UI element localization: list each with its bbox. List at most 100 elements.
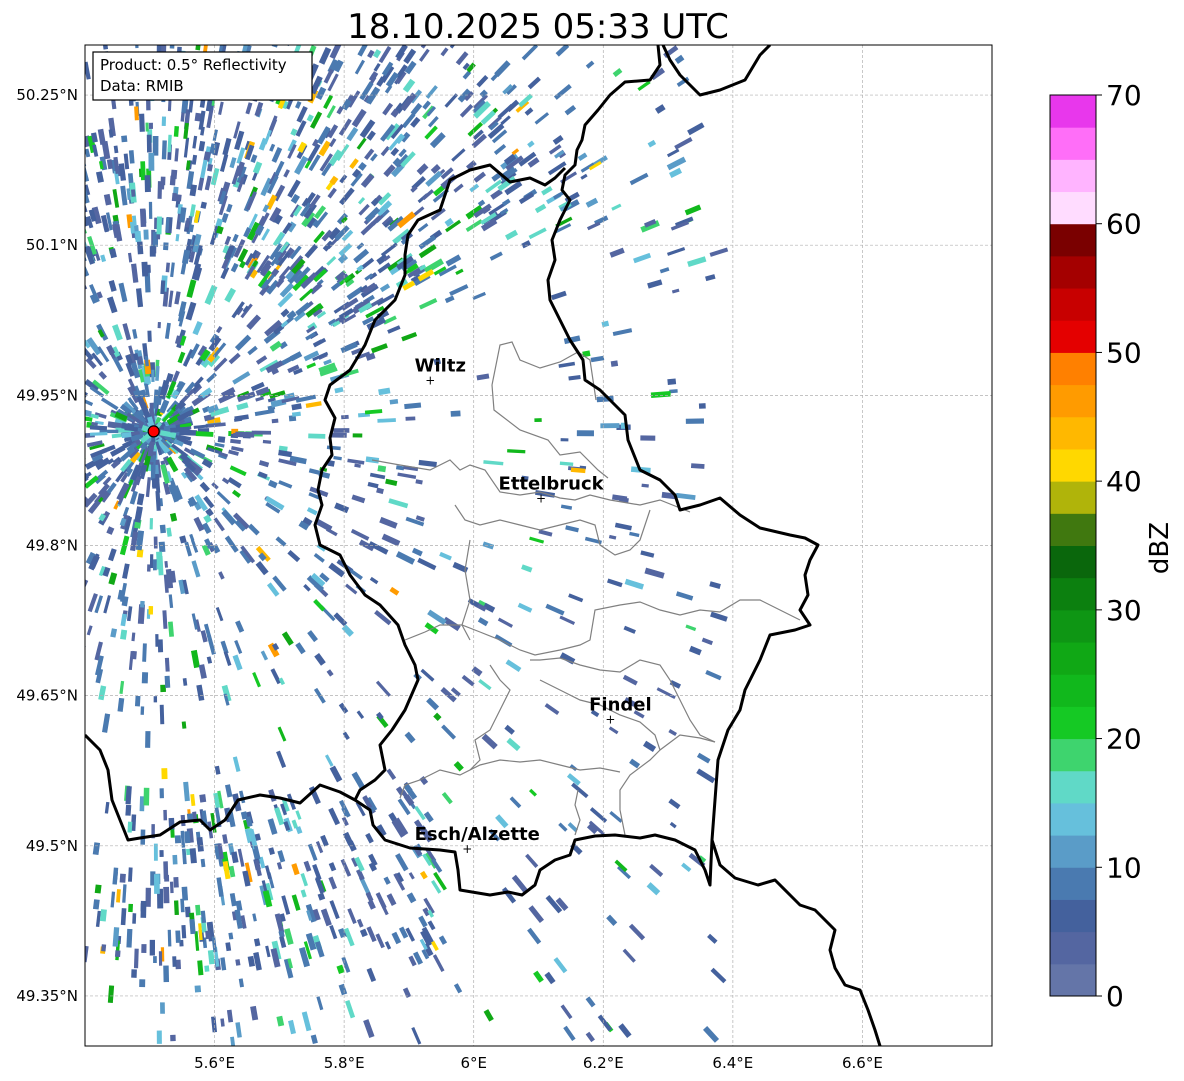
- radar-echo-cell: [295, 0, 301, 4]
- radar-echo-cell: [90, 0, 98, 7]
- radar-echo-cell: [164, 675, 171, 688]
- radar-echo-cell: [237, 17, 243, 26]
- radar-echo-cell: [56, 522, 68, 535]
- radar-echo-cell: [174, 835, 182, 844]
- radar-echo-cell: [156, 551, 163, 570]
- radar-echo-cell: [205, 930, 211, 940]
- radar-echo-cell: [45, 166, 54, 180]
- radar-echo-cell: [12, 188, 18, 195]
- colorbar-segment: [1050, 545, 1096, 579]
- radar-echo-cell: [134, 106, 139, 121]
- radar-echo-cell: [97, 0, 103, 11]
- colorbar-tick-label: 40: [1106, 465, 1142, 498]
- colorbar-segment: [1050, 931, 1096, 965]
- radar-echo-cell: [124, 15, 129, 32]
- radar-echo-cell: [153, 843, 158, 861]
- radar-echo-cell: [56, 18, 65, 33]
- radar-echo-cell: [145, 122, 149, 132]
- radar-echo-cell: [30, 269, 40, 281]
- radar-echo-cell: [7, 46, 19, 66]
- radar-echo-cell: [43, 167, 51, 175]
- radar-echo-cell: [159, 704, 165, 725]
- radar-echo-cell: [11, 112, 23, 130]
- radar-echo-cell: [54, 214, 65, 230]
- radar-echo-cell: [94, 884, 102, 894]
- radar-echo-cell: [172, 854, 178, 865]
- radar-echo-cell: [76, 37, 81, 45]
- colorbar-tick-label: 20: [1106, 723, 1142, 756]
- radar-echo-cell: [127, 821, 133, 833]
- colorbar-segment: [1050, 159, 1096, 193]
- radar-echo-cell: [195, 28, 201, 43]
- radar-echo-cell: [46, 113, 58, 133]
- radar-echo-cell: [163, 809, 168, 821]
- radar-echo-cell: [10, 264, 26, 281]
- radar-echo-cell: [60, 365, 78, 379]
- colorbar-segment: [1050, 127, 1096, 160]
- radar-echo-cell: [62, 501, 76, 514]
- radar-echo-cell: [0, 406, 3, 412]
- lon-tick-label: 5.6°E: [194, 1054, 235, 1072]
- radar-echo-cell: [172, 0, 177, 5]
- radar-echo-cell: [4, 192, 14, 203]
- radar-echo-cell: [195, 45, 201, 51]
- radar-echo-cell: [23, 507, 36, 517]
- radar-echo-cell: [15, 350, 32, 362]
- radar-echo-cell: [88, 13, 97, 33]
- radar-echo-cell: [59, 267, 68, 278]
- radar-echo-cell: [44, 161, 51, 170]
- radar-echo-cell: [170, 29, 174, 37]
- city-label: Findel: [589, 695, 652, 716]
- radar-echo-cell: [48, 482, 55, 488]
- radar-echo-cell: [33, 257, 46, 273]
- radar-echo-cell: [45, 112, 56, 131]
- radar-echo-cell: [41, 56, 50, 75]
- lat-tick-label: 50.25°N: [16, 86, 78, 104]
- radar-echo-cell: [139, 208, 147, 227]
- city-label: Wiltz: [415, 355, 466, 376]
- radar-echo-cell: [0, 75, 4, 85]
- lon-tick-label: 6°E: [460, 1054, 487, 1072]
- radar-echo-cell: [7, 56, 14, 65]
- radar-echo-cell: [13, 65, 22, 83]
- lat-tick-label: 49.5°N: [26, 837, 78, 855]
- radar-echo-cell: [131, 189, 136, 197]
- radar-echo-cell: [50, 411, 64, 419]
- radar-echo-cell: [164, 657, 170, 672]
- radar-echo-cell: [41, 201, 51, 215]
- radar-echo-cell: [0, 44, 2, 62]
- radar-echo-cell: [62, 210, 68, 218]
- radar-echo-cell: [35, 665, 42, 674]
- radar-echo-cell: [181, 925, 187, 939]
- lat-tick-label: 49.95°N: [16, 386, 78, 404]
- radar-echo-cell: [157, 321, 161, 329]
- radar-echo-cell: [333, 428, 350, 433]
- radar-echo-cell: [121, 135, 128, 143]
- colorbar-tick-label: 60: [1106, 208, 1142, 241]
- radar-echo-cell: [24, 67, 36, 87]
- radar-echo-cell: [73, 184, 83, 198]
- radar-echo-cell: [44, 469, 58, 478]
- radar-echo-cell: [46, 437, 66, 442]
- info-box: Product: 0.5° Reflectivity Data: RMIB: [92, 51, 313, 101]
- radar-echo-cell: [52, 339, 64, 350]
- radar-echo-cell: [33, 152, 43, 166]
- radar-echo-cell: [169, 175, 176, 186]
- radar-echo-cell: [0, 483, 6, 488]
- radar-echo-cell: [0, 69, 7, 87]
- colorbar-segment: [1050, 320, 1096, 353]
- radar-echo-cell: [62, 332, 69, 340]
- radar-echo-cell: [240, 0, 247, 5]
- radar-echo-cell: [181, 886, 189, 901]
- radar-echo-cell: [64, 455, 78, 462]
- radar-echo-cell: [55, 581, 68, 597]
- radar-echo-cell: [126, 22, 133, 37]
- colorbar-segment: [1050, 899, 1096, 933]
- radar-echo-cell: [125, 804, 132, 816]
- radar-echo-cell: [308, 10, 316, 20]
- radar-echo-cell: [9, 197, 18, 207]
- colorbar-segment: [1050, 738, 1096, 772]
- radar-echo-cell: [159, 850, 164, 857]
- radar-echo-cell: [49, 205, 59, 222]
- radar-echo-cell: [32, 615, 40, 625]
